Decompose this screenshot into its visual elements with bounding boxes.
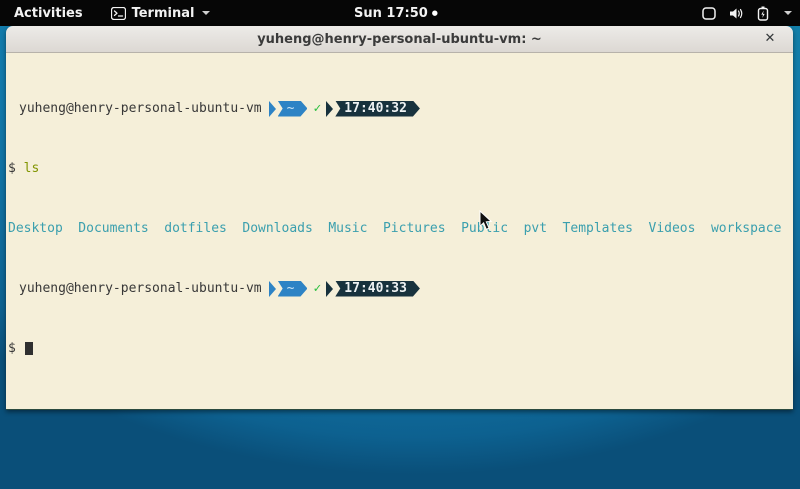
directory-name: workspace [711,221,781,236]
directory-name: Music [328,221,367,236]
command-line: $ ls [8,161,791,176]
directory-name: Templates [563,221,633,236]
battery-charging-icon [757,6,769,21]
text-cursor [25,342,33,355]
directory-name: dotfiles [164,221,227,236]
system-status-area[interactable] [702,0,792,26]
prompt-line: yuheng@henry-personal-ubuntu-vm ~ ✓ 17:4… [8,101,791,116]
prompt-symbol: $ [8,341,16,356]
directory-name: pvt [524,221,547,236]
prompt-symbol: $ [8,161,16,176]
window-titlebar[interactable]: yuheng@henry-personal-ubuntu-vm: ~ ✕ [6,26,793,53]
top-bar: Activities Terminal Sun 17:50 ● [0,0,800,26]
app-menu-label: Terminal [132,6,195,21]
app-menu-terminal[interactable]: Terminal [111,6,211,21]
success-check-icon: ✓ [313,281,321,296]
volume-icon [729,7,744,20]
clock-label: Sun 17:50 [354,6,428,21]
chevron-down-icon [784,11,792,15]
command-text: ls [24,161,40,176]
network-icon [702,7,716,20]
powerline-arrow-icon [326,281,333,297]
directory-name: Desktop [8,221,63,236]
powerline-arrow-icon [269,281,276,297]
prompt-line: yuheng@henry-personal-ubuntu-vm ~ ✓ 17:4… [8,281,791,296]
ls-output-line: Desktop Documents dotfiles Downloads Mus… [8,221,791,236]
directory-name: Downloads [242,221,312,236]
terminal-icon [111,7,126,20]
chevron-down-icon [202,11,210,15]
powerline-arrow-icon [326,101,333,117]
directory-name: Pictures [383,221,446,236]
prompt-user: yuheng@henry-personal-ubuntu-vm [19,281,262,296]
directory-name: Public [461,221,508,236]
activities-button[interactable]: Activities [10,6,87,21]
powerline-arrow-icon [269,101,276,117]
close-icon[interactable]: ✕ [761,30,779,48]
time-segment: 17:40:32 [335,101,420,117]
success-check-icon: ✓ [313,101,321,116]
prompt-user: yuheng@henry-personal-ubuntu-vm [19,101,262,116]
terminal-content[interactable]: yuheng@henry-personal-ubuntu-vm ~ ✓ 17:4… [6,53,793,409]
input-line: $ [8,341,791,356]
directory-name: Videos [649,221,696,236]
terminal-window: yuheng@henry-personal-ubuntu-vm: ~ ✕ yuh… [6,26,793,410]
directory-name: Documents [78,221,148,236]
clock-button[interactable]: Sun 17:50 ● [354,0,438,26]
time-segment: 17:40:33 [335,281,420,297]
cwd-segment: ~ [278,281,308,297]
cwd-segment: ~ [278,101,308,117]
window-title: yuheng@henry-personal-ubuntu-vm: ~ [257,32,542,47]
notification-dot-icon: ● [432,10,438,17]
